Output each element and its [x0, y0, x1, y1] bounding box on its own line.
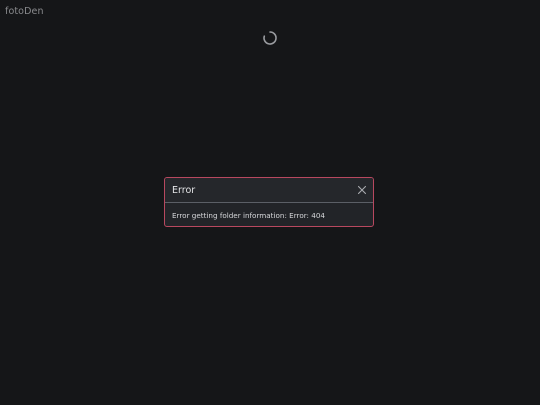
app-root: fotoDen Error Error getting folder infor…	[0, 0, 540, 405]
app-brand: fotoDen	[5, 6, 44, 17]
close-icon[interactable]	[356, 184, 368, 196]
spinner-icon	[262, 30, 278, 46]
toast-message: Error getting folder information: Error:…	[172, 211, 325, 220]
toast-title: Error	[172, 185, 196, 196]
toast-header: Error	[165, 178, 373, 203]
error-toast: Error Error getting folder information: …	[164, 177, 374, 227]
